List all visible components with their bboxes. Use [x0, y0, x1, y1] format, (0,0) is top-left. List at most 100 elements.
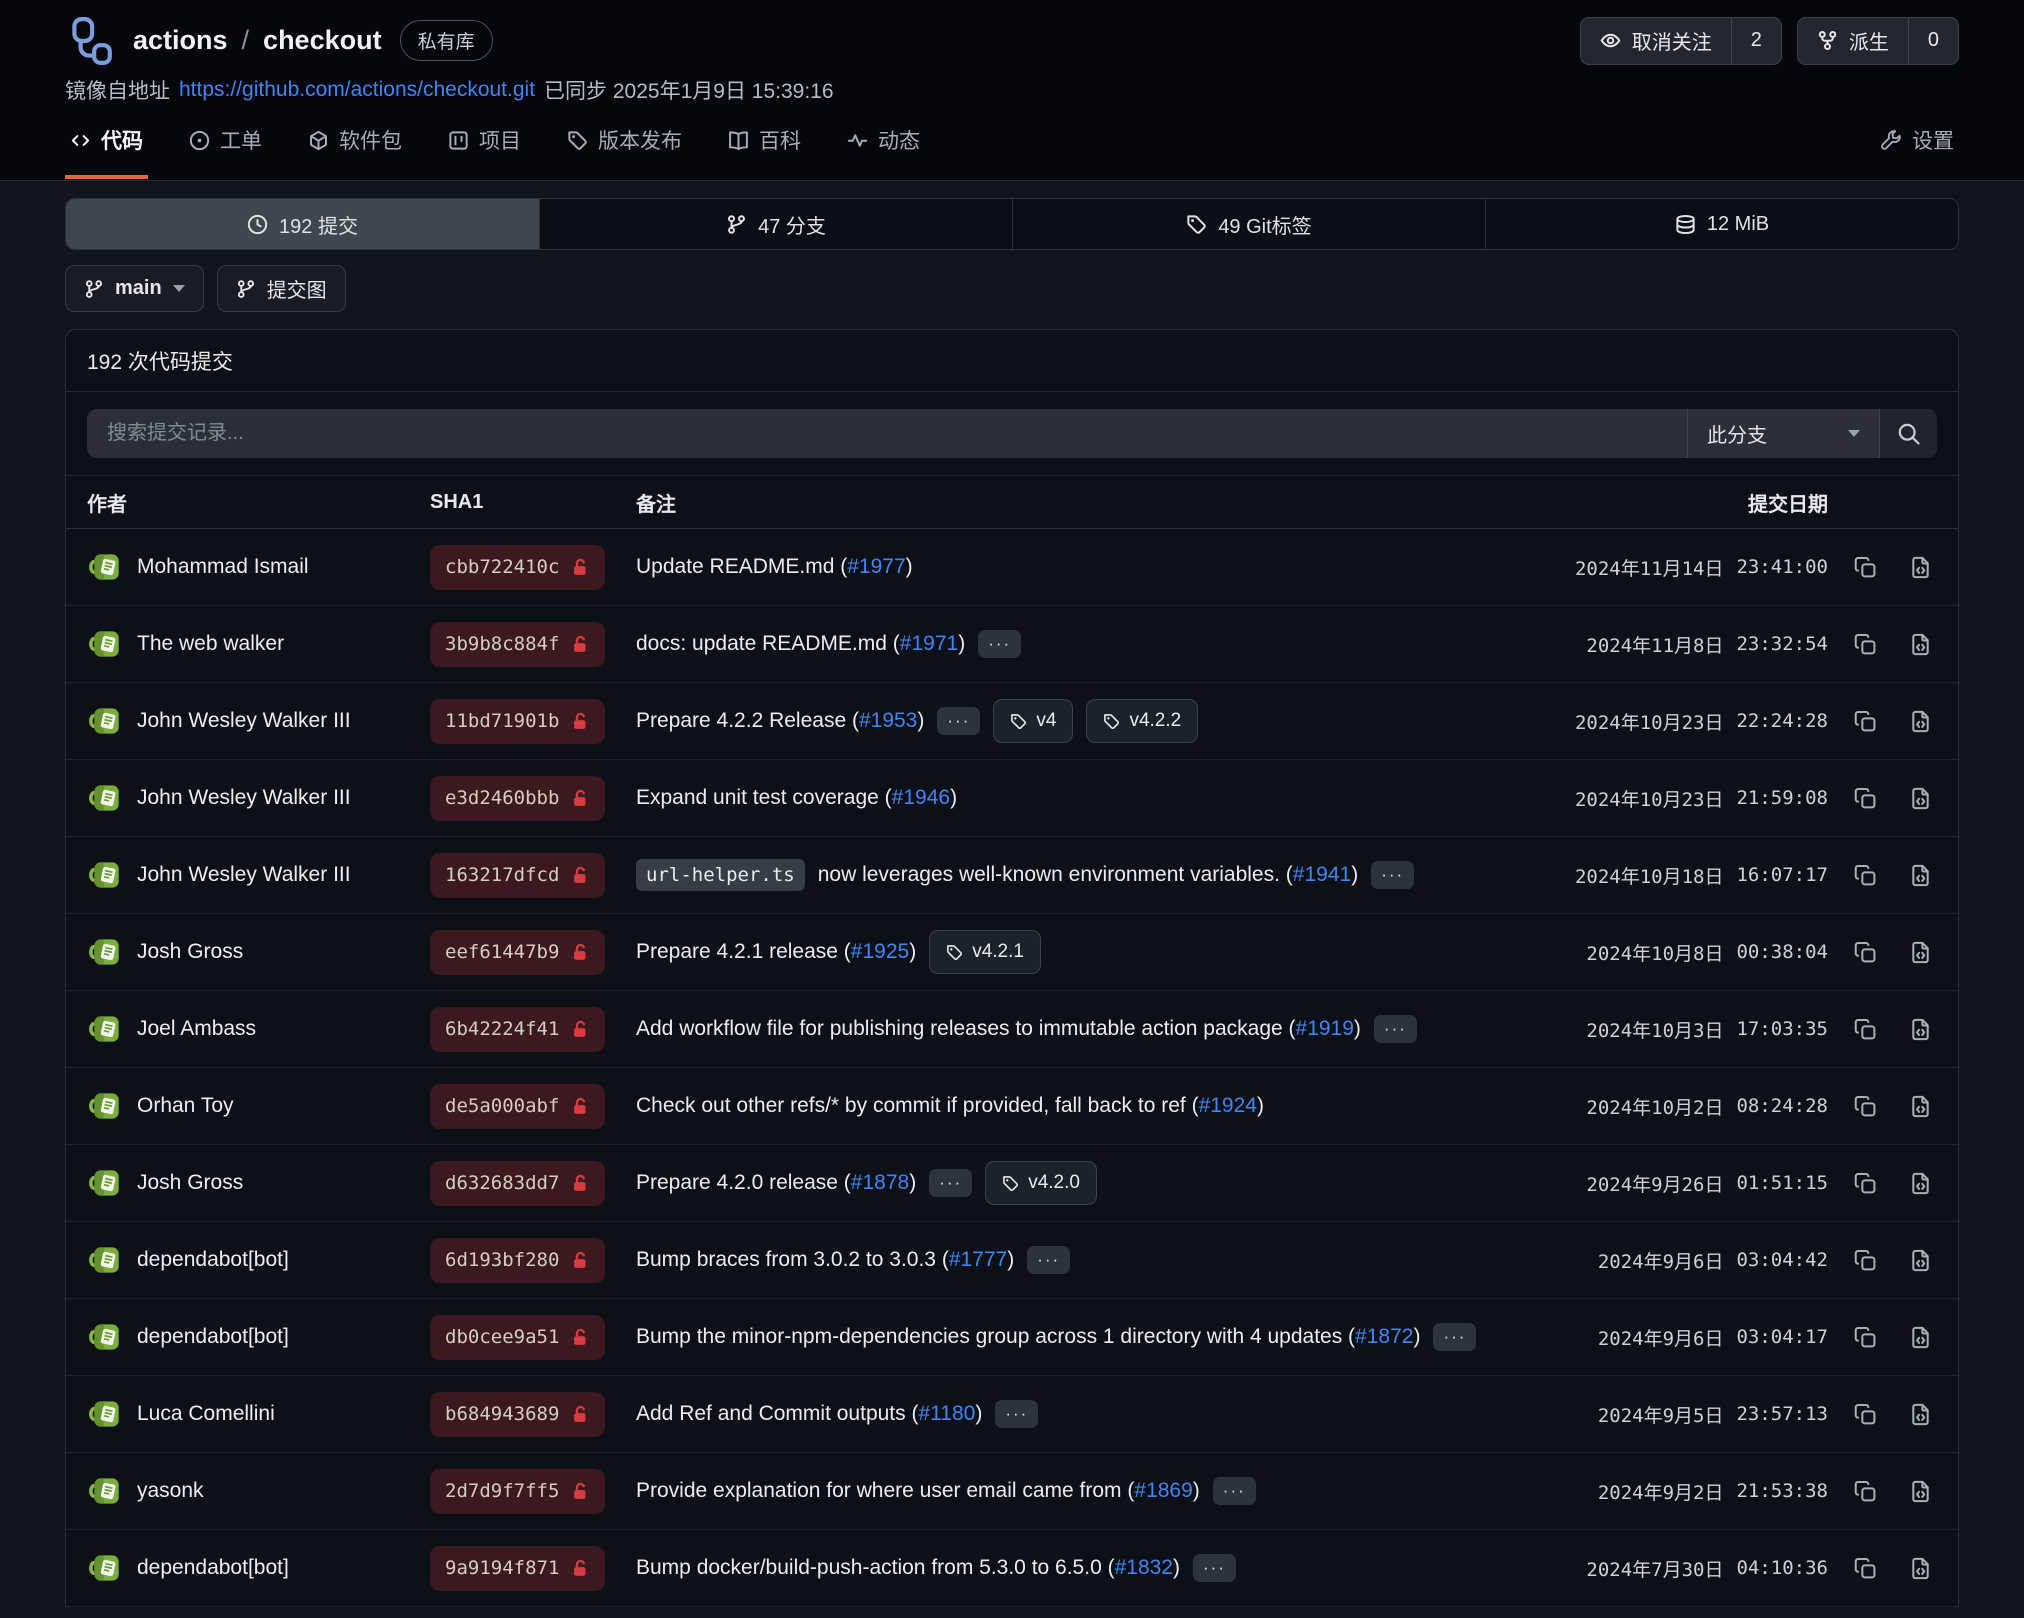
copy-sha-button[interactable] [1854, 1326, 1877, 1349]
tab-packages[interactable]: 软件包 [303, 105, 407, 179]
avatar-mug-icon[interactable] [87, 1395, 125, 1433]
avatar-mug-icon[interactable] [87, 779, 125, 817]
commit-sha-link[interactable]: db0cee9a51 [430, 1315, 605, 1360]
author-link[interactable]: Joel Ambass [137, 1017, 256, 1041]
commit-sha-link[interactable]: d632683dd7 [430, 1161, 605, 1206]
expand-commit-body-button[interactable]: ··· [1027, 1246, 1070, 1274]
pr-link[interactable]: #1946 [892, 786, 950, 809]
commit-sha-link[interactable]: 6d193bf280 [430, 1238, 605, 1283]
view-file-tree-button[interactable] [1909, 1018, 1932, 1041]
pr-link[interactable]: #1924 [1199, 1094, 1257, 1117]
tag-button[interactable]: v4.2.2 [1086, 699, 1198, 743]
stat-size[interactable]: 12 MiB [1485, 199, 1958, 249]
copy-sha-button[interactable] [1854, 1557, 1877, 1580]
commit-search-input[interactable] [87, 409, 1687, 458]
view-file-tree-button[interactable] [1909, 941, 1932, 964]
avatar-mug-icon[interactable] [87, 1472, 125, 1510]
tag-button[interactable]: v4.2.0 [985, 1161, 1097, 1205]
expand-commit-body-button[interactable]: ··· [1433, 1323, 1476, 1351]
tab-wiki[interactable]: 百科 [723, 105, 806, 179]
author-link[interactable]: Mohammad Ismail [137, 555, 309, 579]
search-button[interactable] [1879, 409, 1937, 458]
view-file-tree-button[interactable] [1909, 1403, 1932, 1426]
author-link[interactable]: John Wesley Walker III [137, 863, 351, 887]
copy-sha-button[interactable] [1854, 941, 1877, 964]
copy-sha-button[interactable] [1854, 1403, 1877, 1426]
author-link[interactable]: Luca Comellini [137, 1402, 275, 1426]
branch-filter-dropdown[interactable]: 此分支 [1687, 409, 1879, 458]
commit-sha-link[interactable]: cbb722410c [430, 545, 605, 590]
view-file-tree-button[interactable] [1909, 1480, 1932, 1503]
avatar-mug-icon[interactable] [87, 548, 125, 586]
author-link[interactable]: John Wesley Walker III [137, 786, 351, 810]
view-file-tree-button[interactable] [1909, 787, 1932, 810]
pr-link[interactable]: #1971 [900, 632, 958, 655]
author-link[interactable]: Josh Gross [137, 1171, 243, 1195]
view-file-tree-button[interactable] [1909, 1249, 1932, 1272]
fork-button[interactable]: 派生 [1798, 18, 1908, 64]
pr-link[interactable]: #1977 [847, 555, 905, 578]
pr-link[interactable]: #1872 [1355, 1325, 1413, 1348]
commit-sha-link[interactable]: 9a9194f871 [430, 1546, 605, 1591]
commit-graph-button[interactable]: 提交图 [217, 265, 346, 312]
commit-sha-link[interactable]: 3b9b8c884f [430, 622, 605, 667]
expand-commit-body-button[interactable]: ··· [1213, 1477, 1256, 1505]
author-link[interactable]: dependabot[bot] [137, 1248, 289, 1272]
author-link[interactable]: The web walker [137, 632, 284, 656]
avatar-mug-icon[interactable] [87, 702, 125, 740]
copy-sha-button[interactable] [1854, 556, 1877, 579]
avatar-mug-icon[interactable] [87, 1087, 125, 1125]
tab-projects[interactable]: 项目 [443, 105, 526, 179]
commit-sha-link[interactable]: 11bd71901b [430, 699, 605, 744]
pr-link[interactable]: #1777 [949, 1248, 1007, 1271]
commit-sha-link[interactable]: de5a000abf [430, 1084, 605, 1129]
repo-name-link[interactable]: checkout [263, 25, 382, 56]
commit-sha-link[interactable]: 163217dfcd [430, 853, 605, 898]
pr-link[interactable]: #1180 [918, 1402, 975, 1425]
unwatch-button[interactable]: 取消关注 [1581, 18, 1731, 64]
expand-commit-body-button[interactable]: ··· [1193, 1554, 1236, 1582]
copy-sha-button[interactable] [1854, 710, 1877, 733]
avatar-mug-icon[interactable] [87, 1164, 125, 1202]
view-file-tree-button[interactable] [1909, 1557, 1932, 1580]
view-file-tree-button[interactable] [1909, 864, 1932, 887]
author-link[interactable]: Orhan Toy [137, 1094, 234, 1118]
commit-sha-link[interactable]: 2d7d9f7ff5 [430, 1469, 605, 1514]
commit-sha-link[interactable]: 6b42224f41 [430, 1007, 605, 1052]
pr-link[interactable]: #1832 [1115, 1556, 1173, 1579]
view-file-tree-button[interactable] [1909, 1326, 1932, 1349]
pr-link[interactable]: #1941 [1293, 863, 1351, 886]
expand-commit-body-button[interactable]: ··· [929, 1169, 972, 1197]
branch-selector[interactable]: main [65, 265, 204, 312]
copy-sha-button[interactable] [1854, 1095, 1877, 1118]
tag-button[interactable]: v4.2.1 [929, 930, 1041, 974]
author-link[interactable]: dependabot[bot] [137, 1556, 289, 1580]
stat-tags[interactable]: 49 Git标签 [1012, 199, 1485, 249]
copy-sha-button[interactable] [1854, 633, 1877, 656]
avatar-mug-icon[interactable] [87, 856, 125, 894]
view-file-tree-button[interactable] [1909, 710, 1932, 733]
copy-sha-button[interactable] [1854, 787, 1877, 810]
copy-sha-button[interactable] [1854, 864, 1877, 887]
expand-commit-body-button[interactable]: ··· [995, 1400, 1038, 1428]
avatar-mug-icon[interactable] [87, 1318, 125, 1356]
avatar-mug-icon[interactable] [87, 933, 125, 971]
copy-sha-button[interactable] [1854, 1480, 1877, 1503]
pr-link[interactable]: #1878 [851, 1171, 909, 1194]
expand-commit-body-button[interactable]: ··· [1371, 861, 1414, 889]
author-link[interactable]: Josh Gross [137, 940, 243, 964]
stat-commits[interactable]: 192 提交 [66, 199, 539, 249]
site-logo-icon[interactable] [65, 16, 115, 66]
view-file-tree-button[interactable] [1909, 1172, 1932, 1195]
tab-issues[interactable]: 工单 [184, 105, 267, 179]
pr-link[interactable]: #1953 [859, 709, 917, 732]
pr-link[interactable]: #1919 [1296, 1017, 1354, 1040]
avatar-mug-icon[interactable] [87, 1549, 125, 1587]
view-file-tree-button[interactable] [1909, 1095, 1932, 1118]
copy-sha-button[interactable] [1854, 1018, 1877, 1041]
expand-commit-body-button[interactable]: ··· [1374, 1015, 1417, 1043]
tab-settings[interactable]: 设置 [1876, 105, 1959, 179]
copy-sha-button[interactable] [1854, 1172, 1877, 1195]
tab-releases[interactable]: 版本发布 [562, 105, 687, 179]
forks-count[interactable]: 0 [1908, 18, 1958, 64]
